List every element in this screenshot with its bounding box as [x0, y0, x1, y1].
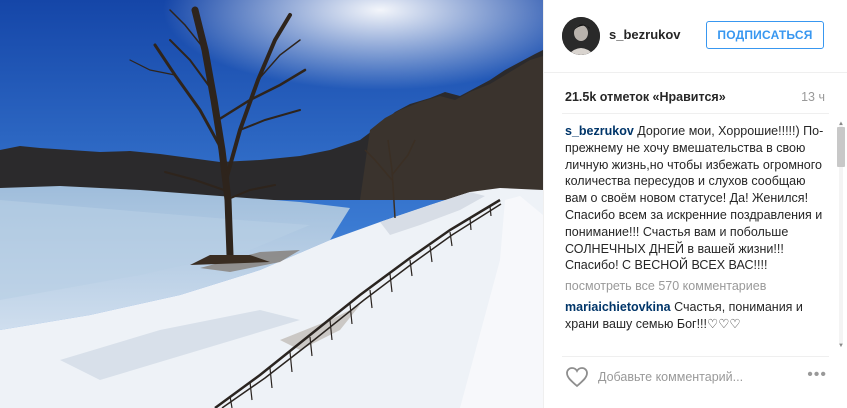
scrollbar-thumb[interactable]: [837, 127, 845, 167]
comment-username[interactable]: mariaichietovkina: [565, 300, 671, 314]
heart-icon[interactable]: [565, 366, 589, 388]
caption-username[interactable]: s_bezrukov: [565, 124, 634, 138]
post-photo[interactable]: [0, 0, 543, 408]
comments-scrollbar[interactable]: ▲ ▼: [837, 121, 845, 349]
scroll-down-arrow-icon[interactable]: ▼: [837, 343, 845, 349]
instagram-post: s_bezrukov ПОДПИСАТЬСЯ 21.5k отметок «Нр…: [0, 0, 847, 408]
more-options-icon[interactable]: •••: [807, 367, 827, 383]
caption: s_bezrukov Дорогие мои, Хоррошие!!!!!) П…: [565, 123, 827, 274]
comments-list[interactable]: s_bezrukov Дорогие мои, Хоррошие!!!!!) П…: [565, 123, 827, 345]
post-actions: •••: [562, 356, 829, 397]
caption-text: Дорогие мои, Хоррошие!!!!!) По-прежнему …: [565, 124, 824, 273]
follow-button[interactable]: ПОДПИСАТЬСЯ: [706, 21, 824, 49]
avatar[interactable]: [562, 17, 600, 55]
divider: [562, 113, 829, 114]
post-sidebar: s_bezrukov ПОДПИСАТЬСЯ 21.5k отметок «Нр…: [543, 0, 847, 408]
post-header: s_bezrukov ПОДПИСАТЬСЯ: [544, 0, 847, 73]
comment-item: mariaichietovkina Счастья, понимания и х…: [565, 299, 827, 333]
likes-count[interactable]: 21.5k отметок «Нравится»: [565, 90, 726, 104]
post-timestamp[interactable]: 13 ч: [801, 90, 825, 104]
comment-input[interactable]: [598, 366, 778, 388]
author-username[interactable]: s_bezrukov: [609, 27, 681, 42]
load-more-comments-link[interactable]: посмотреть все 570 комментариев: [565, 278, 827, 295]
